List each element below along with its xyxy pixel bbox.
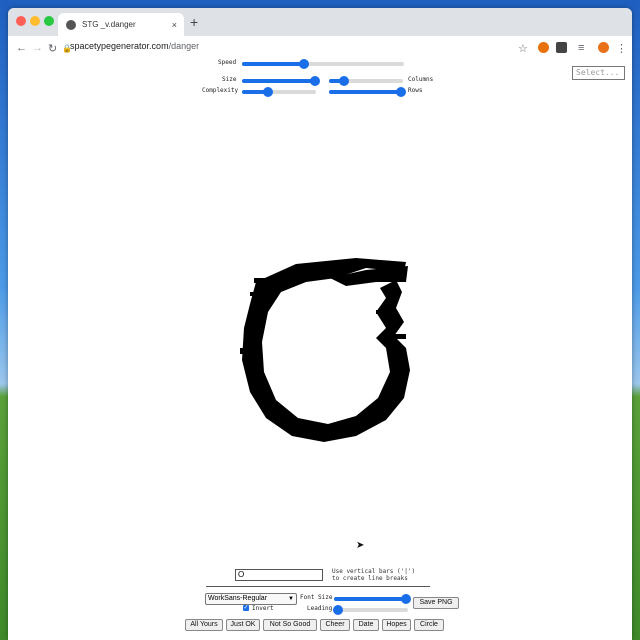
preset-just-ok-button[interactable]: Just OK [226,619,260,631]
preset-not-so-good-button[interactable]: Not So Good [263,619,317,631]
url-path: /danger [168,41,200,51]
speed-slider[interactable] [242,59,404,69]
line-break-hint: Use vertical bars ('|') to create line b… [332,568,422,582]
font-size-thumb[interactable] [400,594,411,604]
preset-circle-button[interactable]: Circle [414,619,444,631]
complexity-label: Complexity [202,87,239,94]
reload-icon[interactable]: ↻ [48,42,57,55]
url-host: spacetypegenerator.com [70,41,169,51]
mouse-cursor-icon: ➤ [356,540,365,551]
rows-label: Rows [408,87,423,94]
maximize-window-button[interactable] [44,16,54,26]
columns-thumb[interactable] [338,76,349,86]
extension-icon[interactable] [538,42,549,53]
save-png-button[interactable]: Save PNG [413,597,459,609]
preset-hopes-button[interactable]: Hopes [382,619,411,631]
star-icon[interactable]: ☆ [518,42,528,55]
reading-list-icon[interactable]: ≡ [578,42,584,54]
extension-icon[interactable] [556,42,567,53]
font-size-slider[interactable] [334,594,411,604]
font-size-label: Font Size [300,594,333,601]
font-size-fill [334,597,406,601]
tab-close-icon[interactable]: × [172,20,177,30]
preset-date-button[interactable]: Date [353,619,379,631]
columns-slider[interactable] [329,76,403,86]
complexity-thumb[interactable] [262,87,273,97]
close-window-button[interactable] [16,16,26,26]
text-input[interactable]: O [235,569,323,581]
size-label: Size [222,76,237,83]
invert-checkbox[interactable]: ✓ [243,605,249,611]
back-icon[interactable]: ← [16,42,27,54]
size-fill [242,79,315,83]
browser-window: STG _v.danger × + ← → ↻ 🔒 spacetypegener… [8,8,632,640]
preset-select[interactable]: Select... [572,66,625,80]
address-bar[interactable]: spacetypegenerator.com/danger [70,41,199,51]
forward-icon[interactable]: → [32,42,43,54]
font-select[interactable]: WorkSans-Regular ▼ [205,593,297,605]
size-thumb[interactable] [309,76,320,86]
speed-thumb[interactable] [298,59,309,69]
speed-fill [242,62,304,66]
font-select-value: WorkSans-Regular [208,595,268,602]
browser-tab[interactable]: STG _v.danger × [58,13,184,36]
hint-line-2: to create line breaks [332,575,408,582]
leading-slider[interactable] [332,605,408,615]
rows-slider[interactable] [329,87,406,97]
preset-all-yours-button[interactable]: All Yours [185,619,223,631]
columns-label: Columns [408,76,434,83]
size-slider[interactable] [242,76,320,86]
rows-fill [329,90,401,94]
chevron-down-icon: ▼ [288,596,294,602]
leading-label: Leading [307,605,333,612]
profile-avatar[interactable] [598,42,609,53]
page-canvas: Select... Speed Size Columns Complexity … [8,59,632,640]
hint-line-1: Use vertical bars ('|') [332,568,416,575]
globe-icon [66,19,76,30]
speed-label: Speed [218,59,237,66]
new-tab-button[interactable]: + [190,14,198,30]
browser-toolbar: ← → ↻ 🔒 spacetypegenerator.com/danger ☆ … [8,36,632,63]
complexity-slider[interactable] [242,87,316,97]
tab-strip: STG _v.danger × + [8,8,632,36]
tab-title: STG _v.danger [82,20,136,29]
menu-icon[interactable]: ⋮ [616,42,627,55]
rows-thumb[interactable] [395,87,406,97]
leading-thumb[interactable] [332,605,343,615]
distorted-o-glyph [240,258,410,442]
preset-cheer-button[interactable]: Cheer [320,619,350,631]
divider [206,586,430,587]
minimize-window-button[interactable] [30,16,40,26]
invert-label: Invert [252,605,274,612]
